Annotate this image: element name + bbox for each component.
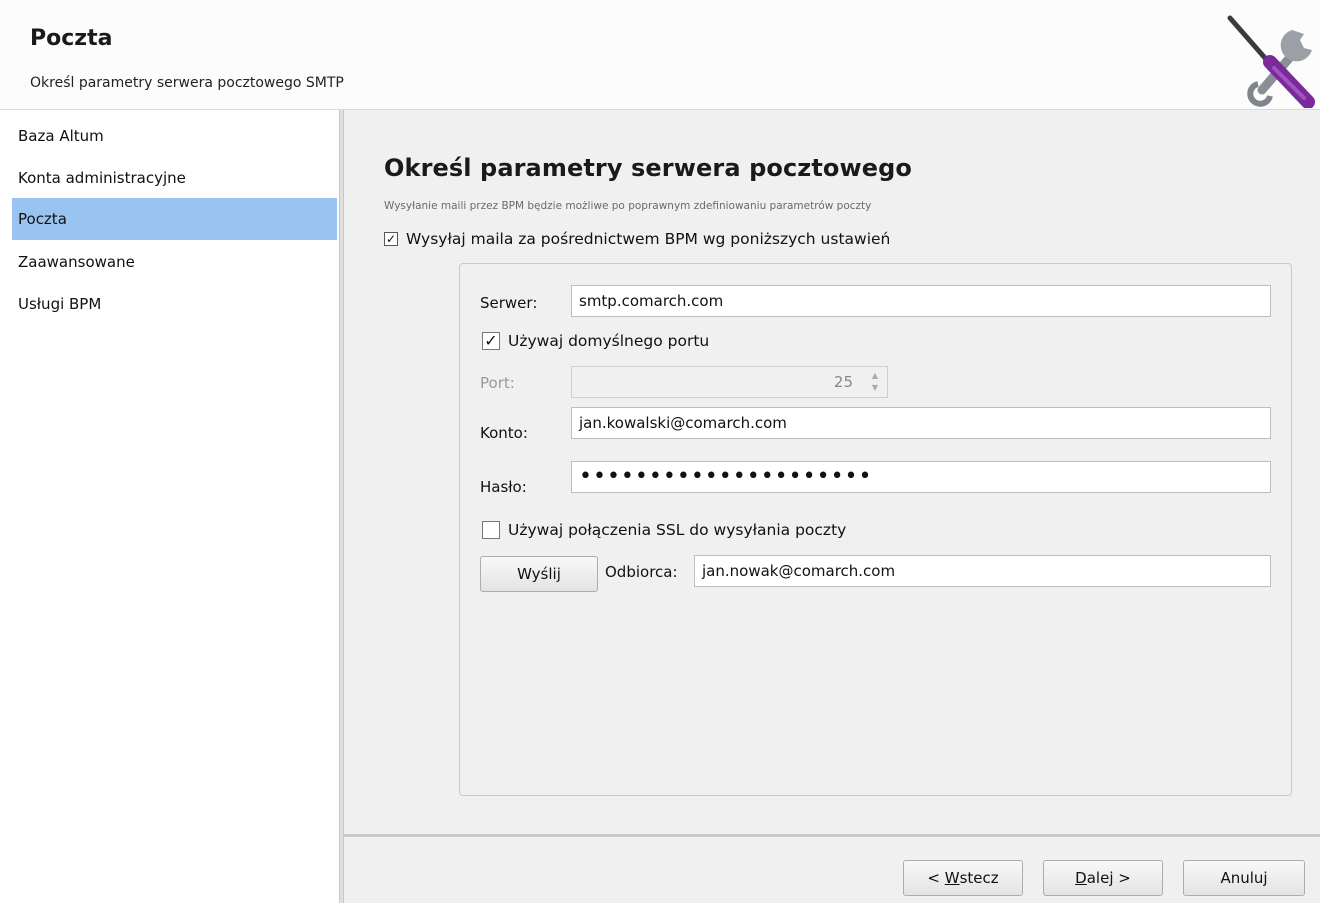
smtp-settings-group: Serwer: smtp.comarch.com ✓ Używaj domyśl…	[459, 263, 1292, 796]
cancel-button[interactable]: Anuluj	[1183, 860, 1305, 896]
page-title: Określ parametry serwera pocztowego	[384, 154, 913, 182]
back-button[interactable]: < Wstecz	[903, 860, 1023, 896]
sidebar-item-konta-administracyjne[interactable]: Konta administracyjne	[12, 157, 337, 199]
recipient-input[interactable]: jan.nowak@comarch.com	[694, 555, 1271, 587]
sidebar-item-zaawansowane[interactable]: Zaawansowane	[12, 241, 337, 283]
sidebar-item-poczta[interactable]: Poczta	[12, 198, 337, 240]
sidebar-item-label: Usługi BPM	[18, 295, 102, 313]
next-button[interactable]: Dalej >	[1043, 860, 1163, 896]
account-input[interactable]: jan.kowalski@comarch.com	[571, 407, 1271, 439]
page-description: Wysyłanie maili przez BPM będzie możliwe…	[384, 200, 872, 212]
send-test-button[interactable]: Wyślij	[480, 556, 598, 592]
ssl-label: Używaj połączenia SSL do wysyłania poczt…	[508, 521, 847, 539]
port-label: Port:	[480, 374, 515, 392]
port-stepper[interactable]: 25 ▲ ▼	[571, 366, 888, 398]
server-label: Serwer:	[480, 294, 538, 312]
next-button-mnemonic: D	[1075, 869, 1087, 887]
next-button-rest: alej >	[1086, 869, 1131, 887]
server-input[interactable]: smtp.comarch.com	[571, 285, 1271, 317]
ssl-checkbox[interactable]	[482, 521, 500, 539]
main-panel: Określ parametry serwera pocztowego Wysy…	[344, 110, 1320, 903]
sidebar-item-baza-altum[interactable]: Baza Altum	[12, 115, 337, 157]
footer-separator	[344, 834, 1320, 837]
recipient-label: Odbiorca:	[605, 563, 678, 581]
header-title: Poczta	[30, 26, 113, 51]
spinner-arrows-icon[interactable]: ▲ ▼	[869, 370, 881, 394]
wrench-screwdriver-icon	[1227, 15, 1315, 108]
sidebar-item-uslugi-bpm[interactable]: Usługi BPM	[12, 283, 337, 325]
header: Poczta Określ parametry serwera pocztowe…	[0, 0, 1320, 110]
password-masked-value: •••••••••••••••••••••	[579, 464, 873, 489]
back-button-mnemonic: W	[944, 869, 960, 887]
sidebar-item-label: Konta administracyjne	[18, 169, 186, 187]
back-button-prefix: <	[927, 869, 945, 887]
default-port-label: Używaj domyślnego portu	[508, 332, 710, 350]
default-port-row[interactable]: ✓ Używaj domyślnego portu	[482, 332, 709, 350]
password-input[interactable]: •••••••••••••••••••••	[571, 461, 1271, 493]
header-subtitle: Określ parametry serwera pocztowego SMTP	[30, 75, 344, 91]
password-label: Hasło:	[480, 478, 527, 496]
account-input-value: jan.kowalski@comarch.com	[579, 414, 787, 432]
send-via-bpm-row[interactable]: ✓ Wysyłaj maila za pośrednictwem BPM wg …	[384, 230, 890, 248]
sidebar: Baza Altum Konta administracyjne Poczta …	[0, 110, 339, 903]
recipient-input-value: jan.nowak@comarch.com	[702, 562, 896, 580]
port-value: 25	[833, 373, 853, 391]
server-input-value: smtp.comarch.com	[579, 292, 724, 310]
ssl-row[interactable]: Używaj połączenia SSL do wysyłania poczt…	[482, 521, 846, 539]
sidebar-item-label: Baza Altum	[18, 127, 104, 145]
sidebar-item-label: Poczta	[18, 210, 67, 228]
sidebar-item-label: Zaawansowane	[18, 253, 135, 271]
send-via-bpm-checkbox[interactable]: ✓	[384, 232, 398, 246]
default-port-checkbox[interactable]: ✓	[482, 332, 500, 350]
account-label: Konto:	[480, 424, 528, 442]
back-button-rest: stecz	[959, 869, 999, 887]
send-via-bpm-label: Wysyłaj maila za pośrednictwem BPM wg po…	[406, 230, 891, 248]
